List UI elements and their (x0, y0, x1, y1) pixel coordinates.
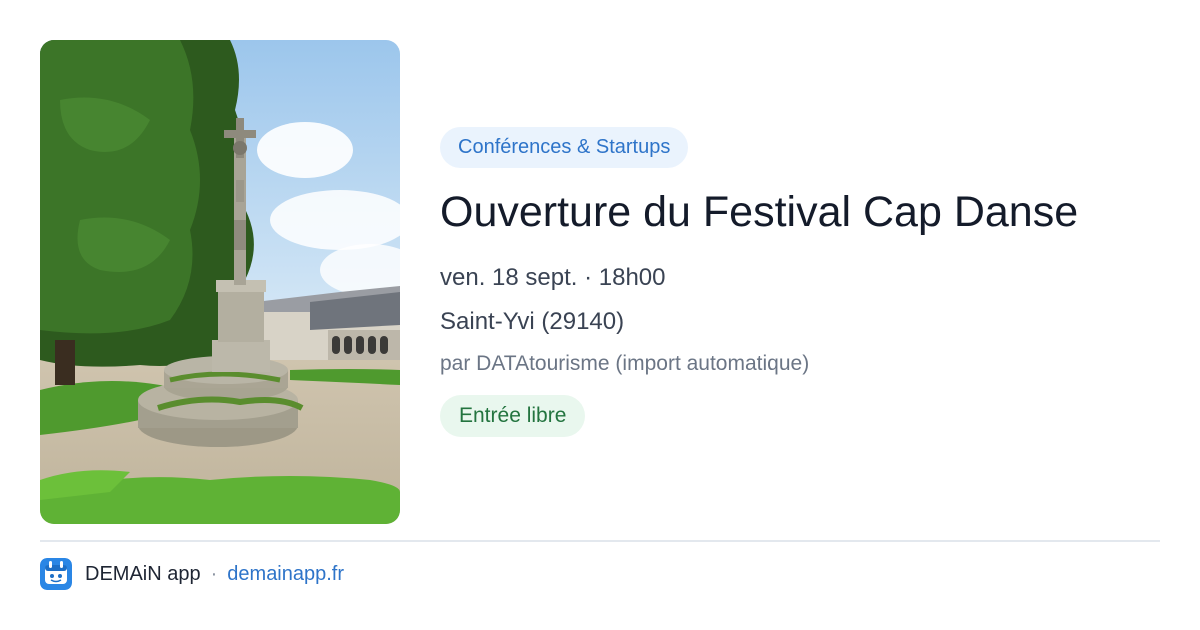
app-name: DEMAiN app (85, 562, 201, 585)
event-info: Conférences & Startups Ouverture du Fest… (440, 127, 1160, 437)
event-title: Ouverture du Festival Cap Danse (440, 188, 1079, 236)
footer-divider (40, 540, 1160, 542)
demain-app-logo-icon (40, 558, 72, 590)
event-datetime: ven. 18 sept. · 18h00 (440, 264, 666, 291)
app-domain-link[interactable]: demainapp.fr (227, 563, 344, 586)
price-badge: Entrée libre (440, 395, 586, 437)
event-location: Saint-Yvi (29140) (440, 308, 625, 335)
footer: DEMAiN app · demainapp.fr (40, 557, 344, 591)
footer-separator: · (210, 562, 218, 585)
category-badge[interactable]: Conférences & Startups (440, 127, 689, 168)
event-image (40, 40, 400, 524)
event-organizer: par DATAtourisme (import automatique) (440, 352, 810, 375)
